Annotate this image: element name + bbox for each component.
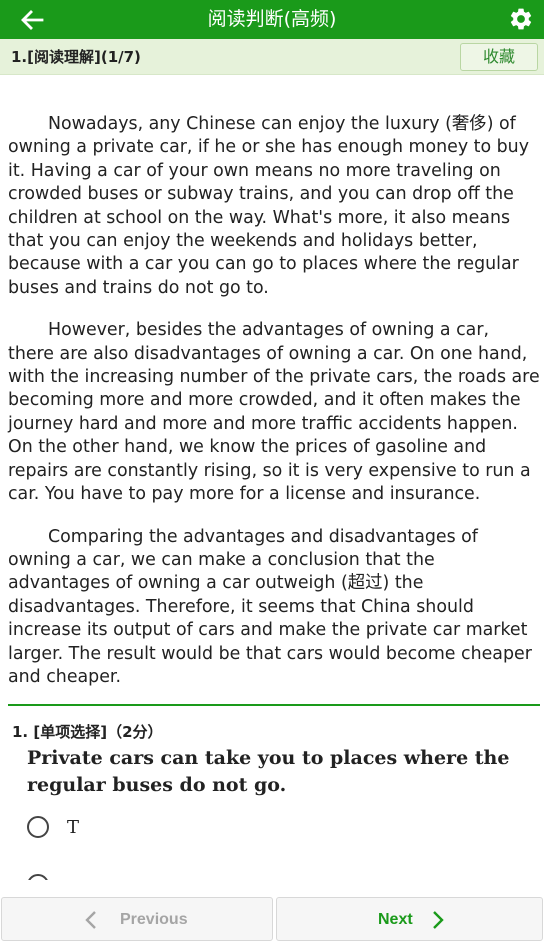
question-type-label: 1. [单项选择]（2分） [12, 723, 163, 741]
chevron-left-icon [85, 911, 96, 929]
next-button[interactable]: Next [276, 897, 543, 941]
question-text: Private cars can take you to places wher… [27, 747, 510, 796]
bottom-navigation: Previous Next [0, 895, 544, 942]
radio-button[interactable] [27, 816, 49, 838]
previous-button[interactable]: Previous [1, 897, 273, 941]
gear-icon[interactable] [508, 6, 534, 32]
passage-paragraph: Nowadays, any Chinese can enjoy the luxu… [8, 114, 529, 298]
option-partial[interactable] [27, 874, 51, 880]
option-label: T [67, 817, 80, 838]
next-label: Next [378, 911, 413, 928]
page-title: 阅读判断(高频) [207, 8, 337, 30]
radio-button[interactable] [27, 874, 49, 880]
passage-paragraph: Comparing the advantages and disadvantag… [8, 526, 532, 687]
chevron-right-icon [433, 911, 444, 929]
passage-paragraph: However, besides the advantages of ownin… [8, 320, 540, 505]
previous-label: Previous [120, 911, 188, 928]
top-app-bar: 阅读判断(高频) [0, 0, 544, 39]
divider [8, 704, 540, 706]
favorite-button[interactable]: 收藏 [460, 43, 538, 71]
reading-passage: Nowadays, any Chinese can enjoy the luxu… [8, 113, 540, 708]
question-index-title: 1.[阅读理解](1/7) [11, 48, 141, 66]
question-header: 1.[阅读理解](1/7) 收藏 [0, 39, 544, 75]
